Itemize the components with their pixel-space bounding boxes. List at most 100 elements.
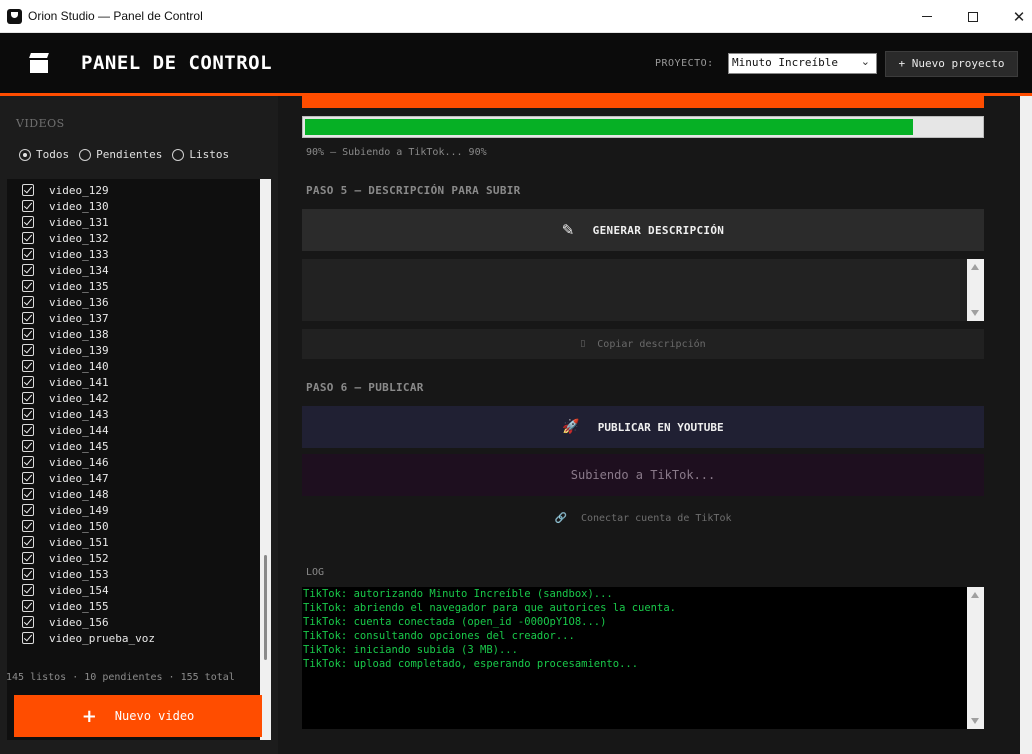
video-name: video_146 — [49, 455, 109, 469]
connect-tiktok-link[interactable]: 🔗 Conectar cuenta de TikTok — [302, 509, 984, 527]
publish-youtube-button[interactable]: 🚀 PUBLICAR EN YOUTUBE — [302, 406, 984, 448]
list-item[interactable]: video_133 — [22, 246, 109, 262]
checkbox-checked-icon[interactable] — [22, 504, 34, 516]
checkbox-checked-icon[interactable] — [22, 376, 34, 388]
video-name: video_149 — [49, 503, 109, 517]
checkbox-checked-icon[interactable] — [22, 232, 34, 244]
list-item[interactable]: video_150 — [22, 518, 109, 534]
list-item[interactable]: video_130 — [22, 198, 109, 214]
maximize-button[interactable] — [950, 0, 996, 33]
list-item[interactable]: video_132 — [22, 230, 109, 246]
log-scrollbar[interactable] — [967, 587, 984, 729]
list-item[interactable]: video_153 — [22, 566, 109, 582]
checkbox-checked-icon[interactable] — [22, 424, 34, 436]
checkbox-checked-icon[interactable] — [22, 392, 34, 404]
video-name: video_130 — [49, 199, 109, 213]
checkbox-checked-icon[interactable] — [22, 552, 34, 564]
list-item[interactable]: video_146 — [22, 454, 109, 470]
list-scrollbar-thumb[interactable] — [264, 555, 267, 660]
close-button[interactable]: ✕ — [996, 0, 1032, 33]
checkbox-checked-icon[interactable] — [22, 584, 34, 596]
scroll-down-icon[interactable] — [971, 718, 979, 724]
video-name: video_137 — [49, 311, 109, 325]
list-item[interactable]: video_147 — [22, 470, 109, 486]
list-item[interactable]: video_152 — [22, 550, 109, 566]
app-icon — [7, 9, 22, 24]
main-scrollbar[interactable] — [1020, 96, 1032, 754]
generate-description-button[interactable]: ✎ GENERAR DESCRIPCIÓN — [302, 209, 984, 251]
checkbox-checked-icon[interactable] — [22, 248, 34, 260]
list-item[interactable]: video_155 — [22, 598, 109, 614]
new-video-button[interactable]: + Nuevo video — [14, 695, 262, 737]
scroll-down-icon[interactable] — [971, 310, 979, 316]
description-scrollbar[interactable] — [967, 259, 984, 321]
video-name: video_141 — [49, 375, 109, 389]
checkbox-checked-icon[interactable] — [22, 616, 34, 628]
list-item[interactable]: video_143 — [22, 406, 109, 422]
list-item[interactable]: video_135 — [22, 278, 109, 294]
copy-description-button[interactable]: ▯ Copiar descripción — [302, 329, 984, 359]
checkbox-checked-icon[interactable] — [22, 456, 34, 468]
video-name: video_142 — [49, 391, 109, 405]
video-list[interactable]: video_129 video_130 video_131 video_132 vide… — [7, 179, 271, 740]
filter-todos[interactable]: Todos — [19, 148, 69, 161]
list-item[interactable]: video_139 — [22, 342, 109, 358]
checkbox-checked-icon[interactable] — [22, 568, 34, 580]
list-item[interactable]: video_136 — [22, 294, 109, 310]
list-item[interactable]: video_144 — [22, 422, 109, 438]
list-item[interactable]: video_129 — [22, 182, 109, 198]
checkbox-checked-icon[interactable] — [22, 520, 34, 532]
list-scrollbar[interactable] — [260, 179, 271, 740]
checkbox-checked-icon[interactable] — [22, 312, 34, 324]
checkbox-checked-icon[interactable] — [22, 216, 34, 228]
publish-youtube-label: PUBLICAR EN YOUTUBE — [597, 420, 724, 434]
sidebar: VIDEOS Todos Pendientes Listos video_129… — [0, 96, 278, 754]
list-item[interactable]: video_134 — [22, 262, 109, 278]
new-project-button[interactable]: + Nuevo proyecto — [885, 51, 1018, 77]
radio-icon — [172, 148, 185, 161]
filter-listos[interactable]: Listos — [172, 148, 229, 161]
log-output[interactable]: TikTok: autorizando Minuto Increíble (sa… — [302, 587, 984, 729]
filter-pendientes[interactable]: Pendientes — [79, 148, 162, 161]
scroll-up-icon[interactable] — [971, 264, 979, 270]
checkbox-checked-icon[interactable] — [22, 440, 34, 452]
checkbox-checked-icon[interactable] — [22, 200, 34, 212]
checkbox-checked-icon[interactable] — [22, 632, 34, 644]
checkbox-checked-icon[interactable] — [22, 328, 34, 340]
pencil-icon: ✎ — [561, 221, 575, 239]
chevron-down-icon: ⌄ — [860, 55, 870, 68]
list-item[interactable]: video_149 — [22, 502, 109, 518]
project-select[interactable]: Minuto Increíble ⌄ — [728, 53, 877, 74]
list-item[interactable]: video_141 — [22, 374, 109, 390]
log-line: TikTok: cuenta conectada (open_id -000Op… — [303, 616, 607, 628]
list-item[interactable]: video_prueba_voz — [22, 630, 155, 646]
list-item[interactable]: video_137 — [22, 310, 109, 326]
list-item[interactable]: video_148 — [22, 486, 109, 502]
scroll-up-icon[interactable] — [971, 592, 979, 598]
step5-title: PASO 5 — DESCRIPCIÓN PARA SUBIR — [306, 184, 521, 197]
checkbox-checked-icon[interactable] — [22, 280, 34, 292]
checkbox-checked-icon[interactable] — [22, 296, 34, 308]
list-item[interactable]: video_145 — [22, 438, 109, 454]
list-item[interactable]: video_140 — [22, 358, 109, 374]
checkbox-checked-icon[interactable] — [22, 536, 34, 548]
minimize-button[interactable] — [904, 0, 950, 33]
description-textarea[interactable] — [302, 259, 984, 321]
list-item[interactable]: video_138 — [22, 326, 109, 342]
video-name: video_143 — [49, 407, 109, 421]
project-select-value: Minuto Increíble — [732, 56, 838, 69]
list-item[interactable]: video_131 — [22, 214, 109, 230]
list-item[interactable]: video_151 — [22, 534, 109, 550]
checkbox-checked-icon[interactable] — [22, 600, 34, 612]
checkbox-checked-icon[interactable] — [22, 344, 34, 356]
checkbox-checked-icon[interactable] — [22, 360, 34, 372]
checkbox-checked-icon[interactable] — [22, 408, 34, 420]
tiktok-upload-button[interactable]: Subiendo a TikTok... — [302, 454, 984, 496]
checkbox-checked-icon[interactable] — [22, 488, 34, 500]
checkbox-checked-icon[interactable] — [22, 264, 34, 276]
list-item[interactable]: video_156 — [22, 614, 109, 630]
list-item[interactable]: video_154 — [22, 582, 109, 598]
checkbox-checked-icon[interactable] — [22, 472, 34, 484]
list-item[interactable]: video_142 — [22, 390, 109, 406]
checkbox-checked-icon[interactable] — [22, 184, 34, 196]
